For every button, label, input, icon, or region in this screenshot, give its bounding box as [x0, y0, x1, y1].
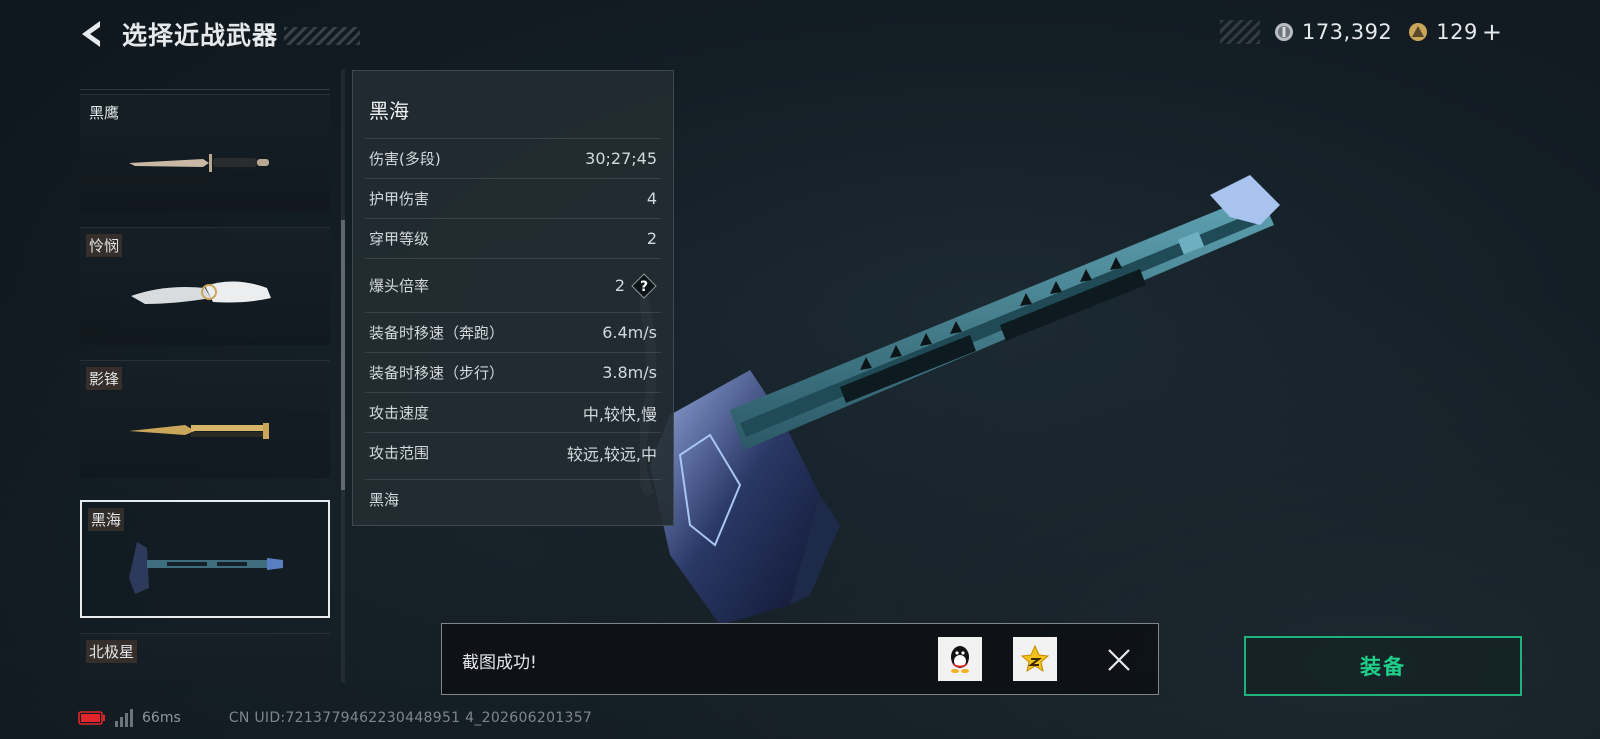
stat-value: 30;27;45 — [585, 149, 657, 168]
stat-label: 攻击范围 — [369, 444, 430, 462]
signal-icon — [115, 709, 133, 727]
equip-button[interactable]: 装备 — [1244, 636, 1522, 696]
list-divider — [80, 89, 330, 90]
weapon-card-lianmin[interactable]: 怜悯 — [80, 227, 330, 345]
stat-label: 伤害(多段) — [369, 150, 441, 168]
stat-label: 爆头倍率 — [369, 277, 430, 295]
back-arrow-icon[interactable] — [78, 19, 104, 49]
stat-value: 6.4m/s — [602, 323, 657, 342]
stat-row-run-speed: 装备时移速（奔跑） 6.4m/s — [365, 312, 661, 352]
add-currency-button[interactable]: + — [1482, 18, 1502, 46]
stat-row-attack-range: 攻击范围 较远,较远,中 — [365, 432, 661, 472]
qzone-star-icon — [1020, 644, 1050, 673]
stat-row-penetration: 穿甲等级 2 — [365, 218, 661, 258]
stat-value: 2 — [646, 229, 657, 248]
silver-coin-icon — [1274, 23, 1293, 41]
weapon-render — [640, 175, 1280, 625]
gold-currency: 129 + — [1408, 18, 1502, 46]
weapon-card-heihai[interactable]: 黑海 — [80, 500, 330, 618]
ping-readout: 66ms — [142, 710, 181, 726]
status-bar: 66ms CN UID:7213779462230448951 4_202606… — [78, 708, 592, 728]
weapon-card-yingfeng[interactable]: 影锋 — [80, 360, 330, 478]
title-decoration — [284, 27, 361, 45]
weapon-name: 黑鹰 — [89, 104, 120, 122]
stat-value: 3.8m/s — [602, 363, 657, 382]
butterfly-knife-image — [129, 423, 269, 439]
weapon-name: 北极星 — [86, 640, 138, 663]
gold-coin-icon — [1409, 23, 1428, 41]
share-qzone-button[interactable] — [1013, 637, 1057, 681]
qq-icon — [951, 646, 969, 673]
stat-row-walk-speed: 装备时移速（步行） 3.8m/s — [365, 352, 661, 392]
currency-decoration — [1220, 20, 1260, 44]
stats-title: 黑海 — [369, 99, 409, 123]
stat-label: 穿甲等级 — [369, 230, 430, 248]
weapon-card-heiying[interactable]: 黑鹰 — [80, 94, 330, 212]
stat-label: 装备时移速（步行） — [369, 364, 505, 382]
karambit-image — [131, 281, 271, 304]
knife-image — [129, 154, 269, 172]
stat-value: 4 — [646, 189, 657, 208]
stat-label: 装备时移速（奔跑） — [369, 324, 505, 342]
stat-row-attack-speed: 攻击速度 中,较快,慢 — [365, 392, 661, 432]
stat-value: 2 ? — [614, 272, 657, 299]
weapon-name: 黑海 — [88, 508, 125, 531]
stat-row-headshot: 爆头倍率 2 ? — [365, 258, 661, 312]
stat-label: 护甲伤害 — [369, 190, 430, 208]
toast-message: 截图成功! — [462, 653, 537, 673]
stat-row-damage: 伤害(多段) 30;27;45 — [365, 138, 661, 178]
stat-row-armor-damage: 护甲伤害 4 — [365, 178, 661, 218]
header: 选择近战武器 — [78, 14, 361, 54]
screenshot-toast: 截图成功! — [441, 623, 1159, 695]
list-scrollbar[interactable] — [341, 70, 345, 682]
weapon-card-beijixing[interactable]: 北极星 — [80, 633, 330, 682]
stats-panel: 黑海 伤害(多段) 30;27;45 护甲伤害 4 穿甲等级 2 爆头倍率 2 … — [352, 70, 674, 526]
weapon-description: 黑海 — [365, 479, 661, 519]
silver-amount: 173,392 — [1301, 20, 1393, 44]
scrollbar-thumb[interactable] — [341, 220, 345, 490]
weapon-name: 影锋 — [86, 367, 123, 390]
equip-label: 装备 — [1360, 655, 1406, 679]
currency-bar: 173,392 129 + — [1220, 18, 1502, 46]
weapon-name: 怜悯 — [86, 234, 123, 257]
page-title: 选择近战武器 — [122, 21, 279, 50]
stat-label: 攻击速度 — [369, 404, 430, 422]
help-icon-glyph: ? — [640, 279, 648, 295]
silver-currency: 173,392 — [1274, 20, 1392, 44]
help-icon[interactable]: ? — [631, 272, 657, 299]
headshot-value: 2 — [614, 276, 625, 295]
battery-icon — [78, 711, 105, 725]
gold-amount: 129 — [1436, 20, 1478, 44]
tomahawk-image — [129, 542, 283, 594]
stat-value: 中,较快,慢 — [582, 404, 657, 424]
stat-value: 较远,较远,中 — [566, 444, 657, 464]
share-qq-button[interactable] — [938, 637, 982, 681]
user-uid: CN UID:7213779462230448951 4_20260620135… — [228, 710, 593, 726]
close-icon[interactable] — [1106, 647, 1132, 673]
weapon-list[interactable]: 黑鹰 怜悯 影锋 黑海 北极星 — [80, 70, 330, 682]
